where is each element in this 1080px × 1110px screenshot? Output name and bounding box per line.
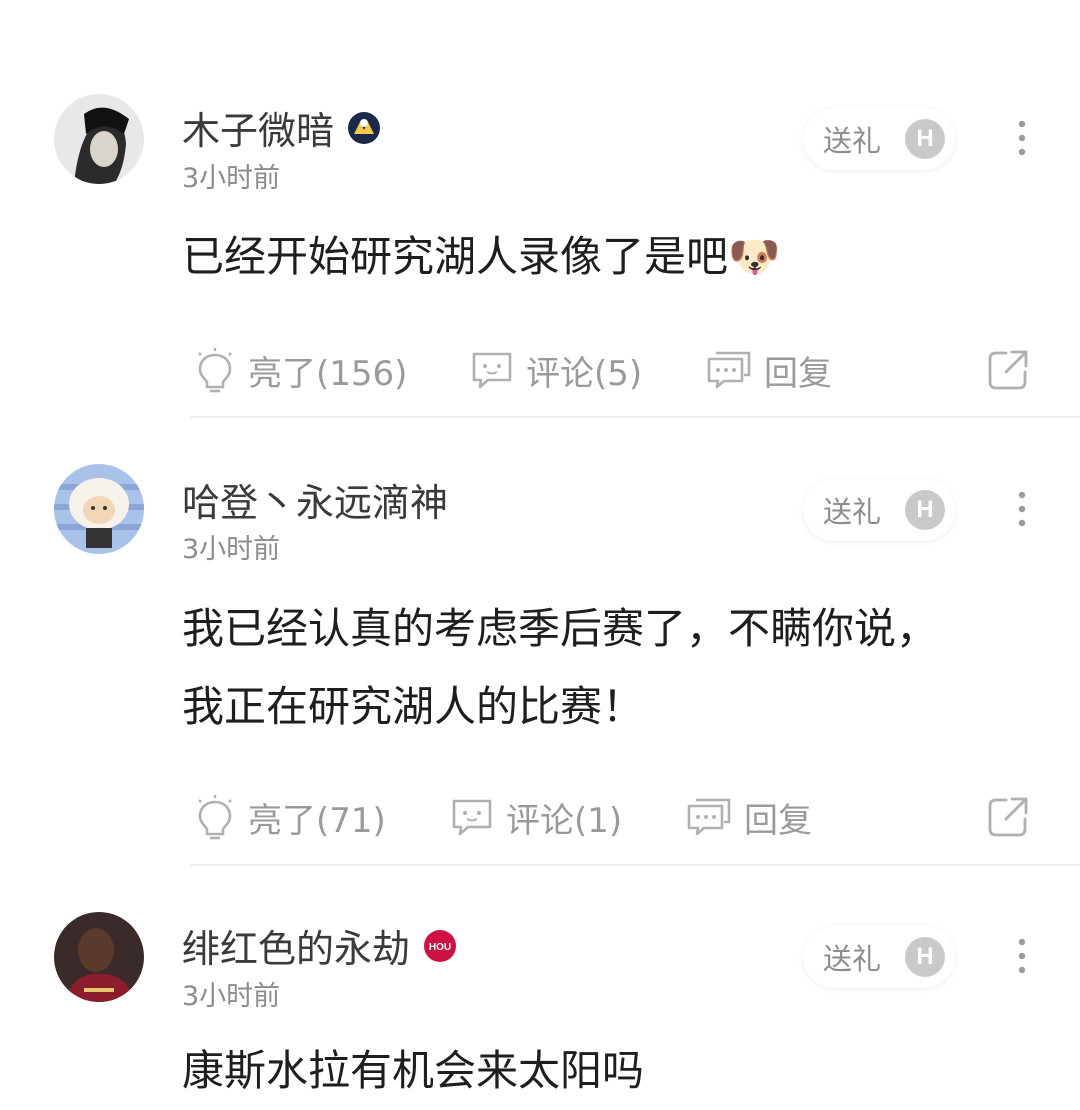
share-icon: [988, 797, 1028, 837]
team-badge-text: HOU: [429, 942, 451, 953]
share-button[interactable]: [986, 787, 1030, 847]
comment-text: 康斯水拉有机会来太阳吗: [182, 1046, 645, 1095]
share-button[interactable]: [986, 340, 1030, 400]
team-badge-icon: HOU: [424, 929, 457, 962]
comment-count-button[interactable]: 评论(1): [450, 787, 622, 847]
reply-label: 回复: [764, 353, 832, 394]
send-gift-button[interactable]: 送礼 H: [803, 479, 955, 541]
comment-text: 我已经认真的考虑季后赛了，不瞒你说，我正在研究湖人的比赛！: [182, 604, 939, 731]
like-button[interactable]: 亮了(156): [194, 340, 407, 400]
divider: [190, 416, 1080, 418]
coin-icon: H: [905, 119, 945, 159]
lightbulb-icon: [198, 795, 232, 840]
more-options-icon[interactable]: [1010, 489, 1034, 529]
send-gift-label: 送礼: [823, 124, 882, 158]
comment-count: 评论(1): [506, 800, 623, 841]
send-gift-label: 送礼: [823, 495, 882, 529]
send-gift-button[interactable]: 送礼 H: [803, 108, 955, 170]
reply-button[interactable]: 回复: [686, 787, 812, 847]
username[interactable]: 哈登丶永远滴神: [182, 472, 448, 527]
send-gift-button[interactable]: 送礼 H: [803, 926, 955, 988]
username[interactable]: 绯红色的永劫 HOU: [182, 918, 458, 973]
more-options-icon[interactable]: [1010, 936, 1034, 976]
reply-label: 回复: [744, 800, 812, 841]
send-gift-label: 送礼: [823, 942, 882, 976]
username[interactable]: 木子微暗: [182, 100, 382, 155]
chat-bubble-icon: [452, 799, 492, 836]
comment-text: 已经开始研究湖人录像了是吧🐶: [182, 232, 781, 281]
like-button[interactable]: 亮了(71): [194, 787, 386, 847]
coin-icon: H: [905, 490, 945, 530]
avatar[interactable]: [54, 912, 144, 1002]
reply-bubble-icon: [687, 798, 731, 836]
like-count: 亮了(71): [248, 800, 386, 841]
comment-count: 评论(5): [526, 353, 643, 394]
timestamp: 3小时前: [182, 163, 281, 194]
reply-bubble-icon: [707, 351, 751, 389]
username-text: 哈登丶永远滴神: [182, 481, 449, 525]
comment-count-button[interactable]: 评论(5): [470, 340, 642, 400]
username-text: 绯红色的永劫: [182, 927, 411, 971]
timestamp: 3小时前: [182, 534, 281, 565]
action-bar: 亮了(71) 评论(1) 回复: [0, 787, 1080, 847]
more-options-icon[interactable]: [1010, 118, 1034, 158]
chat-bubble-icon: [472, 352, 512, 389]
avatar[interactable]: [54, 464, 144, 554]
coin-icon: H: [905, 937, 945, 977]
action-bar: 亮了(156) 评论(5) 回复: [0, 340, 1080, 400]
team-badge-icon: [348, 111, 381, 144]
divider: [190, 864, 1080, 866]
like-count: 亮了(156): [248, 353, 408, 394]
timestamp: 3小时前: [182, 981, 281, 1012]
avatar[interactable]: [54, 94, 144, 184]
share-icon: [988, 350, 1028, 390]
reply-button[interactable]: 回复: [706, 340, 832, 400]
username-text: 木子微暗: [182, 109, 335, 153]
lightbulb-icon: [198, 348, 232, 393]
